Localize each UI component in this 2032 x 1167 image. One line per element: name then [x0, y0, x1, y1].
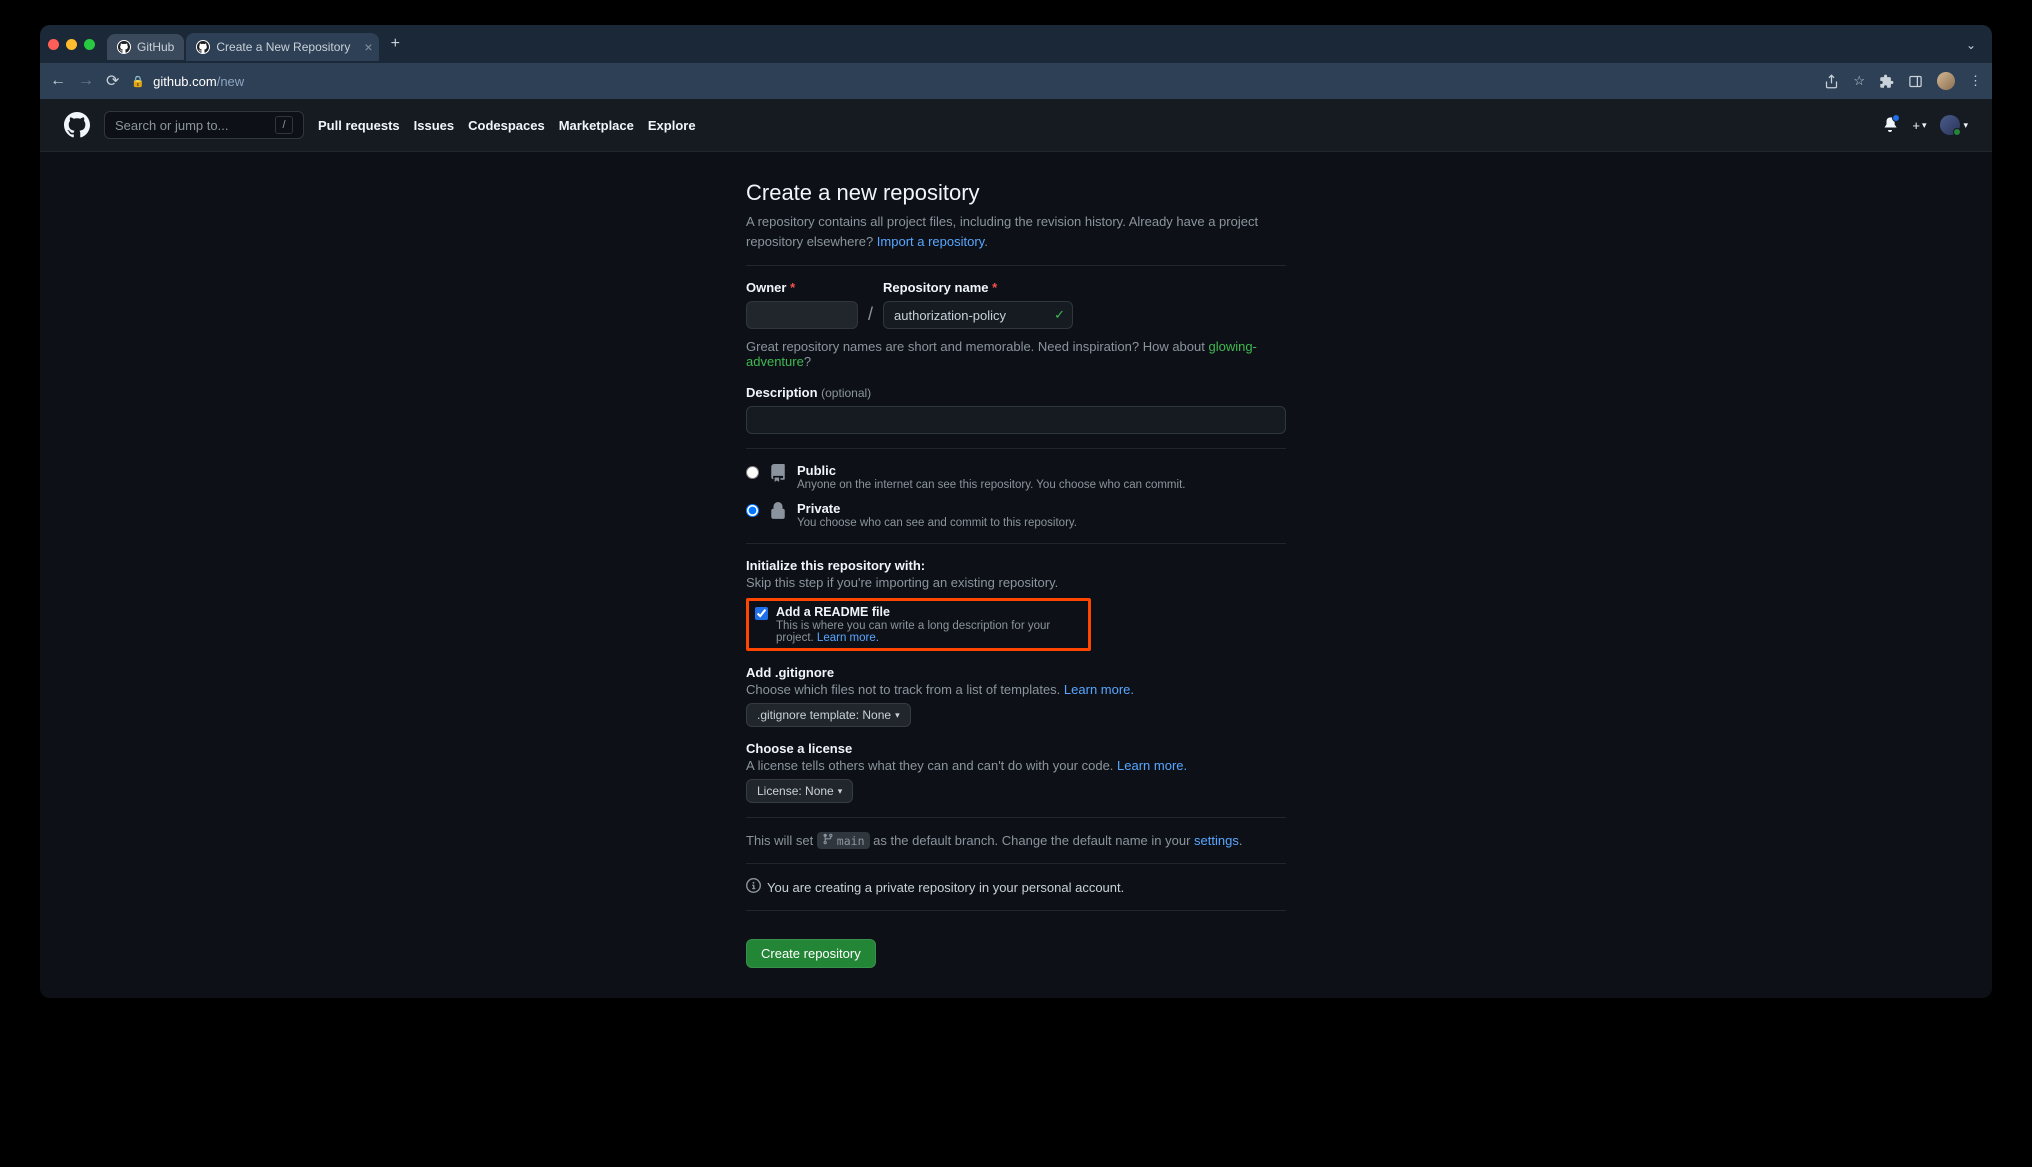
page-subtitle: A repository contains all project files,…: [746, 212, 1286, 251]
description-input[interactable]: [746, 406, 1286, 434]
profile-avatar[interactable]: [1937, 72, 1955, 90]
tab-label: GitHub: [137, 40, 174, 54]
license-description: A license tells others what they can and…: [746, 758, 1286, 773]
private-description: You choose who can see and commit to thi…: [797, 517, 1286, 529]
chevron-down-icon: ▾: [1922, 120, 1927, 131]
lock-icon: 🔒: [131, 75, 145, 88]
repo-name-label: Repository name *: [883, 280, 1073, 295]
minimize-window-button[interactable]: [66, 39, 77, 50]
import-repo-link[interactable]: Import a repository: [877, 234, 984, 249]
divider: [746, 543, 1286, 544]
search-placeholder: Search or jump to...: [115, 118, 228, 133]
menu-icon[interactable]: ⋮: [1969, 73, 1982, 89]
notification-dot: [1892, 114, 1900, 122]
repo-icon: [769, 464, 787, 485]
github-icon: [117, 40, 131, 54]
divider: [746, 863, 1286, 864]
private-title: Private: [797, 501, 1286, 516]
chevron-down-icon: ▾: [895, 710, 900, 721]
nav-explore[interactable]: Explore: [648, 118, 696, 133]
initialize-subtitle: Skip this step if you're importing an ex…: [746, 575, 1286, 590]
chevron-down-icon: ▾: [838, 786, 843, 797]
url-host: github.com: [153, 74, 217, 89]
owner-select[interactable]: [746, 301, 858, 329]
check-icon: ✓: [1054, 307, 1065, 323]
slash-separator: /: [866, 304, 875, 329]
chevron-down-icon: ▾: [1963, 120, 1968, 131]
readme-highlight: Add a README file This is where you can …: [746, 598, 1091, 651]
github-header: Search or jump to... / Pull requests Iss…: [40, 99, 1992, 152]
nav-issues[interactable]: Issues: [414, 118, 454, 133]
url-path: /new: [217, 74, 244, 89]
user-avatar: [1940, 115, 1960, 135]
share-icon[interactable]: [1824, 74, 1839, 89]
nav-pull-requests[interactable]: Pull requests: [318, 118, 400, 133]
browser-tab-create-repo[interactable]: Create a New Repository ×: [186, 33, 378, 61]
private-radio[interactable]: [746, 504, 759, 517]
main-nav: Pull requests Issues Codespaces Marketpl…: [318, 118, 696, 133]
maximize-window-button[interactable]: [84, 39, 95, 50]
divider: [746, 448, 1286, 449]
readme-learn-more-link[interactable]: Learn more.: [817, 632, 879, 644]
search-input[interactable]: Search or jump to... /: [104, 111, 304, 139]
info-icon: [746, 878, 761, 896]
reload-button[interactable]: ⟳: [106, 71, 119, 91]
divider: [746, 910, 1286, 911]
back-button[interactable]: ←: [50, 72, 66, 90]
readme-checkbox[interactable]: [755, 607, 768, 620]
github-logo[interactable]: [64, 112, 90, 138]
url-field[interactable]: 🔒 github.com/new: [131, 74, 1812, 89]
tabs-menu-button[interactable]: ⌄: [1966, 38, 1976, 52]
extensions-icon[interactable]: [1879, 74, 1894, 89]
nav-codespaces[interactable]: Codespaces: [468, 118, 545, 133]
gitignore-title: Add .gitignore: [746, 665, 1286, 680]
public-title: Public: [797, 463, 1286, 478]
address-bar: ← → ⟳ 🔒 github.com/new ☆ ⋮: [40, 63, 1992, 99]
owner-label: Owner *: [746, 280, 858, 295]
divider: [746, 265, 1286, 266]
page-title: Create a new repository: [746, 180, 1286, 206]
info-message: You are creating a private repository in…: [746, 878, 1286, 896]
name-hint: Great repository names are short and mem…: [746, 339, 1286, 369]
settings-link[interactable]: settings: [1194, 833, 1239, 848]
close-tab-button[interactable]: ×: [364, 39, 372, 55]
branch-badge: main: [817, 832, 870, 849]
search-shortcut: /: [275, 116, 293, 134]
public-description: Anyone on the internet can see this repo…: [797, 479, 1286, 491]
license-learn-more-link[interactable]: Learn more.: [1117, 758, 1187, 773]
new-tab-button[interactable]: +: [381, 35, 410, 59]
license-title: Choose a license: [746, 741, 1286, 756]
browser-tab-github[interactable]: GitHub: [107, 34, 184, 60]
window-controls: [48, 39, 95, 56]
lock-icon: [769, 502, 787, 523]
description-label: Description (optional): [746, 385, 1286, 400]
forward-button[interactable]: →: [78, 72, 94, 90]
create-repository-button[interactable]: Create repository: [746, 939, 876, 968]
readme-description: This is where you can write a long descr…: [776, 620, 1082, 644]
github-icon: [196, 40, 210, 54]
notifications-button[interactable]: [1882, 116, 1898, 135]
tab-label: Create a New Repository: [216, 40, 350, 54]
bookmark-icon[interactable]: ☆: [1853, 73, 1865, 89]
create-menu[interactable]: +▾: [1912, 118, 1926, 133]
gitignore-description: Choose which files not to track from a l…: [746, 682, 1286, 697]
readme-title: Add a README file: [776, 605, 1082, 619]
gitignore-template-select[interactable]: .gitignore template: None ▾: [746, 703, 911, 727]
public-radio[interactable]: [746, 466, 759, 479]
panel-icon[interactable]: [1908, 74, 1923, 89]
branch-info: This will set main as the default branch…: [746, 832, 1286, 849]
nav-marketplace[interactable]: Marketplace: [559, 118, 634, 133]
branch-icon: [822, 833, 834, 848]
user-menu[interactable]: ▾: [1940, 115, 1968, 135]
gitignore-learn-more-link[interactable]: Learn more.: [1064, 682, 1134, 697]
repo-name-input[interactable]: [883, 301, 1073, 329]
divider: [746, 817, 1286, 818]
license-select[interactable]: License: None ▾: [746, 779, 853, 803]
initialize-title: Initialize this repository with:: [746, 558, 1286, 573]
close-window-button[interactable]: [48, 39, 59, 50]
browser-tab-bar: GitHub Create a New Repository × + ⌄: [40, 25, 1992, 63]
